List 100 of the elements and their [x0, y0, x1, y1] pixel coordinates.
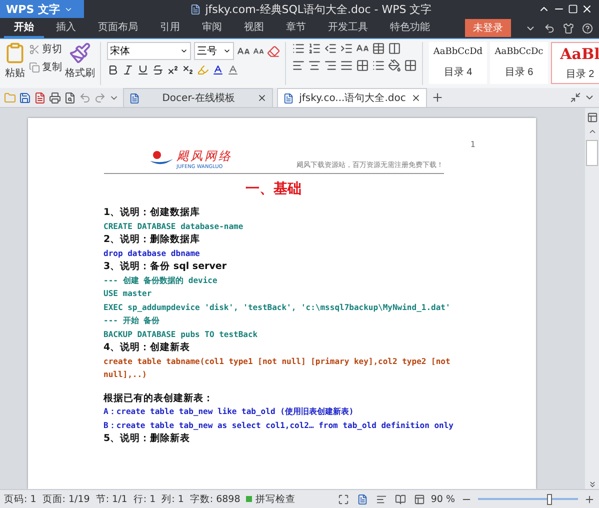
code-line: USE master	[104, 288, 153, 300]
paste-button[interactable]: 粘贴	[4, 42, 26, 80]
style-preset[interactable]: AaBbCcDd 目录 4	[429, 42, 487, 84]
status-item: 节: 1/1	[96, 492, 128, 506]
font-name-value: 宋体	[110, 44, 130, 58]
shrink-font-icon[interactable]	[253, 46, 264, 56]
code-line: CREATE DATABASE database-name	[104, 220, 244, 232]
status-item: 行: 1	[133, 492, 156, 506]
menu-tab[interactable]: 页面布局	[88, 18, 148, 38]
fullscreen-icon[interactable]	[338, 494, 349, 504]
style-preset[interactable]: AaBbCcDc 目录 6	[490, 42, 548, 84]
section-heading: 4、说明：创建新表	[104, 341, 192, 354]
status-item: 页面: 1/19	[42, 492, 90, 506]
clear-format-icon[interactable]	[267, 44, 280, 58]
justify-icon[interactable]	[340, 59, 353, 72]
bullet-list-icon[interactable]	[292, 42, 305, 55]
print-preview-icon[interactable]	[64, 92, 76, 104]
table-icon[interactable]	[372, 42, 385, 55]
superscript-icon[interactable]	[167, 64, 179, 76]
spell-check-button[interactable]: 拼写检查	[246, 492, 296, 506]
copy-button[interactable]: 复制	[29, 60, 62, 74]
print-icon[interactable]	[49, 92, 61, 104]
zoom-slider-thumb[interactable]	[547, 494, 552, 504]
zoom-in-icon[interactable]	[584, 494, 595, 504]
scissors-icon	[29, 44, 40, 54]
caret-icon	[223, 47, 231, 55]
code-line: B：create table tab_new as select col1,col2… from tab_old definition only	[104, 420, 454, 432]
page-number: 1	[470, 140, 476, 149]
close-icon[interactable]	[581, 3, 593, 15]
pdf-export-icon[interactable]	[34, 92, 46, 104]
web-view-icon[interactable]	[414, 494, 425, 504]
document-tab[interactable]: Docer-在线模板	[123, 88, 273, 107]
code-line: EXEC sp_addumpdevice 'disk', 'testBack', 'c:\mssql7backup\MyNwind_1.dat'	[104, 302, 452, 314]
numbered-list-icon[interactable]	[308, 42, 321, 55]
logo-name: 飓风网络	[176, 148, 232, 164]
document-icon	[283, 92, 294, 104]
strikethrough-icon[interactable]	[152, 64, 164, 76]
shirt-icon[interactable]	[563, 22, 574, 34]
code-line: --- 开始 备份	[104, 315, 161, 327]
save-icon[interactable]	[19, 92, 31, 104]
font-color-icon[interactable]	[212, 64, 224, 76]
code-line: BACKUP DATABASE pubs TO testBack	[104, 328, 259, 341]
page-view-icon[interactable]	[356, 494, 368, 504]
shading-icon[interactable]	[227, 64, 239, 76]
menu-tab[interactable]: 章节	[276, 18, 316, 38]
restore-icon[interactable]	[570, 92, 581, 103]
close-icon[interactable]	[410, 93, 421, 103]
document-icon	[129, 92, 140, 104]
close-icon[interactable]	[257, 93, 267, 103]
section-heading: 2、说明：删除数据库	[104, 233, 202, 246]
cut-button[interactable]: 剪切	[29, 42, 62, 56]
code-line: create table tabname(col1 type1 [not null] [primary key],col2 type2 [not null],..)	[104, 356, 452, 381]
scroll-up-icon[interactable]	[588, 127, 596, 136]
section-heading: 3、说明：备份 sql server	[104, 260, 228, 274]
subscript-icon[interactable]	[182, 64, 194, 76]
section-heading: 1、说明：创建数据库	[104, 206, 202, 220]
new-tab-icon[interactable]	[431, 91, 444, 104]
outdent-icon[interactable]	[324, 42, 337, 55]
font-size-field[interactable]: 三号	[194, 42, 234, 60]
code-line: --- 创建 备份数据的 device	[104, 274, 218, 286]
menu-tab[interactable]: 视图	[234, 18, 274, 38]
window-title: jfsky.com-经典SQL语句大全.doc - WPS 文字	[205, 2, 432, 16]
document-title: 一、基础	[244, 180, 302, 198]
scroll-thumb[interactable]	[586, 140, 598, 166]
menu-tab[interactable]: 引用	[150, 18, 190, 38]
border-icon[interactable]	[404, 59, 417, 72]
code-line: drop database dbname	[104, 248, 201, 260]
caret-icon	[180, 47, 188, 55]
status-item: 页码: 1	[4, 492, 36, 506]
document-icon	[190, 4, 202, 14]
code-line: A：create table tab_new like tab_old (使用旧表创建新表)	[104, 406, 355, 418]
section-heading: 5、说明：删除新表	[104, 432, 192, 446]
menu-tab[interactable]: 特色功能	[380, 18, 440, 38]
fill-icon[interactable]	[388, 59, 401, 72]
underline-icon[interactable]	[137, 64, 149, 76]
status-item: 字数: 6898	[190, 492, 240, 506]
scroll-down-icon[interactable]	[588, 480, 596, 489]
status-item: 列: 1	[162, 492, 184, 506]
reading-view-icon[interactable]	[394, 494, 406, 504]
align-center-icon[interactable]	[308, 59, 321, 72]
app-menu-button[interactable]: WPS 文字	[0, 0, 84, 18]
align-right-icon[interactable]	[324, 59, 337, 72]
bold-icon[interactable]	[107, 64, 119, 76]
italic-icon[interactable]	[122, 64, 134, 76]
font-name-field[interactable]: 宋体	[107, 42, 191, 60]
maximize-icon[interactable]	[568, 4, 578, 14]
font-size-value: 三号	[197, 45, 217, 58]
format-painter-button[interactable]: 格式刷	[65, 42, 95, 80]
section-heading: 根据已有的表创建新表：	[104, 392, 214, 405]
align-left-icon[interactable]	[292, 59, 305, 72]
menu-tab[interactable]: 开发工具	[318, 18, 378, 38]
outline-view-icon[interactable]	[376, 494, 387, 504]
zoom-percent: 90 %	[430, 494, 455, 504]
document-tab[interactable]: jfsky.co...语句大全.doc	[277, 88, 427, 107]
page-view-icon[interactable]	[586, 112, 598, 123]
indent-icon[interactable]	[340, 42, 353, 55]
help-icon[interactable]	[582, 22, 593, 34]
menu-tab[interactable]: 审阅	[192, 18, 232, 38]
menu-tab[interactable]: 插入	[46, 18, 86, 38]
copy-icon	[29, 62, 40, 72]
